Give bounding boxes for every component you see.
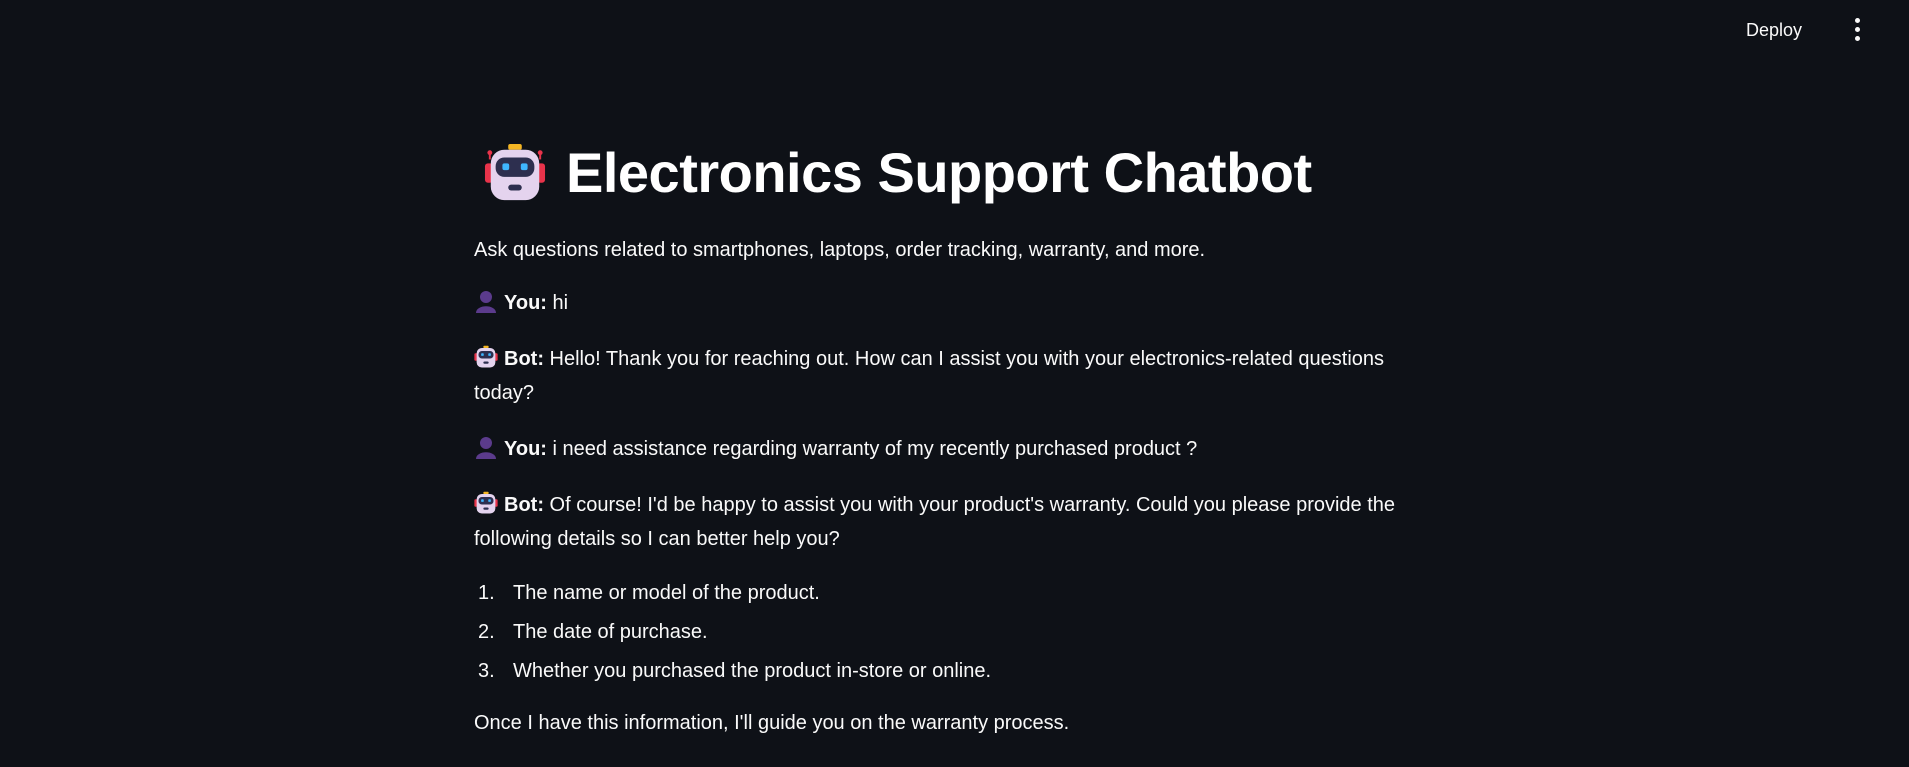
deploy-button[interactable]: Deploy (1742, 18, 1806, 43)
robot-icon (474, 491, 498, 514)
chat-message-bot: Bot: Of course! I'd be happy to assist y… (474, 488, 1414, 556)
message-text: i need assistance regarding warranty of … (546, 438, 1198, 460)
robot-icon (484, 143, 546, 201)
user-silhouette-icon (476, 291, 496, 313)
message-role: You: (504, 438, 547, 460)
list-item-number: 1. (478, 582, 495, 604)
page-subtitle: Ask questions related to smartphones, la… (474, 239, 1206, 261)
list-item: 1. The name or model of the product. (474, 574, 1414, 613)
list-item-text: Whether you purchased the product in-sto… (513, 660, 992, 682)
user-silhouette-icon (476, 437, 496, 459)
robot-icon (474, 345, 498, 368)
app-header: Deploy (0, 0, 1909, 58)
message-role: Bot: (504, 494, 544, 516)
list-item-text: The date of purchase. (513, 621, 708, 643)
details-list: 1. The name or model of the product. 2. … (474, 574, 1414, 691)
chat-message-user: You: i need assistance regarding warrant… (474, 432, 1414, 466)
chat-message-user: You: hi (474, 286, 1414, 320)
message-text: Of course! I'd be happy to assist you wi… (474, 494, 1396, 550)
message-role: Bot: (504, 348, 544, 370)
page-title: Electronics Support Chatbot (566, 141, 1312, 204)
main-content: Electronics Support Chatbot Ask question… (474, 128, 1414, 737)
chat-message-bot: Bot: Hello! Thank you for reaching out. … (474, 342, 1414, 410)
kebab-menu-icon[interactable] (1845, 16, 1869, 42)
list-item-number: 3. (478, 660, 495, 682)
title-row: Electronics Support Chatbot (474, 128, 1414, 218)
message-role: You: (504, 292, 547, 314)
message-text: hi (546, 292, 569, 314)
list-item: 2. The date of purchase. (474, 613, 1414, 652)
list-item-text: The name or model of the product. (513, 582, 820, 604)
message-text: Hello! Thank you for reaching out. How c… (474, 348, 1385, 404)
list-item-number: 2. (478, 621, 495, 643)
closing-text: Once I have this information, I'll guide… (474, 712, 1070, 734)
list-item: 3. Whether you purchased the product in-… (474, 652, 1414, 691)
